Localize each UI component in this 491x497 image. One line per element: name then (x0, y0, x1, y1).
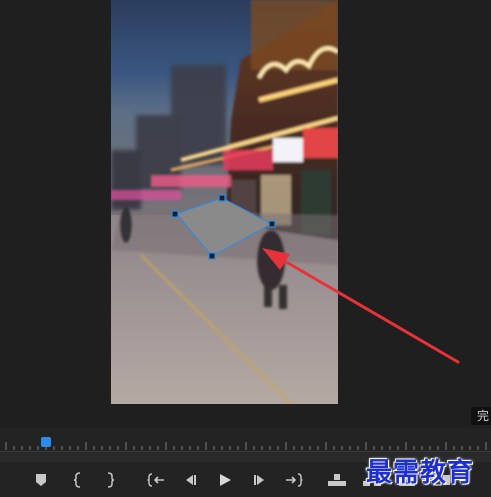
playhead-marker[interactable] (41, 437, 51, 447)
watermark-logo: 最需教育 (366, 458, 475, 488)
go-to-out-icon (286, 473, 303, 487)
go-to-in-icon (147, 473, 164, 487)
step-forward-button[interactable] (250, 471, 270, 489)
mark-in-button[interactable] (68, 471, 88, 489)
go-to-in-button[interactable] (146, 471, 166, 489)
lift-icon (328, 474, 346, 486)
render-status-label: 完 (471, 407, 491, 425)
premiere-program-monitor: 完 最需教育 (0, 0, 491, 497)
red-arrow-annotation (262, 248, 460, 364)
mark-out-button[interactable] (100, 471, 120, 489)
step-forward-icon (254, 475, 264, 485)
mark-in-icon (73, 472, 81, 488)
add-marker-button[interactable] (31, 471, 51, 489)
play-button[interactable] (215, 471, 235, 489)
rectangle-shape-layer[interactable] (178, 198, 270, 256)
mark-out-icon (107, 472, 115, 488)
go-to-out-button[interactable] (284, 471, 304, 489)
program-monitor-panel: 完 (0, 0, 491, 428)
step-back-button[interactable] (180, 471, 200, 489)
step-back-icon (186, 475, 196, 485)
marker-icon (36, 474, 46, 486)
time-ruler[interactable] (0, 438, 491, 450)
play-icon (220, 474, 231, 486)
annotation-overlay (171, 194, 460, 364)
lift-button[interactable] (327, 471, 347, 489)
